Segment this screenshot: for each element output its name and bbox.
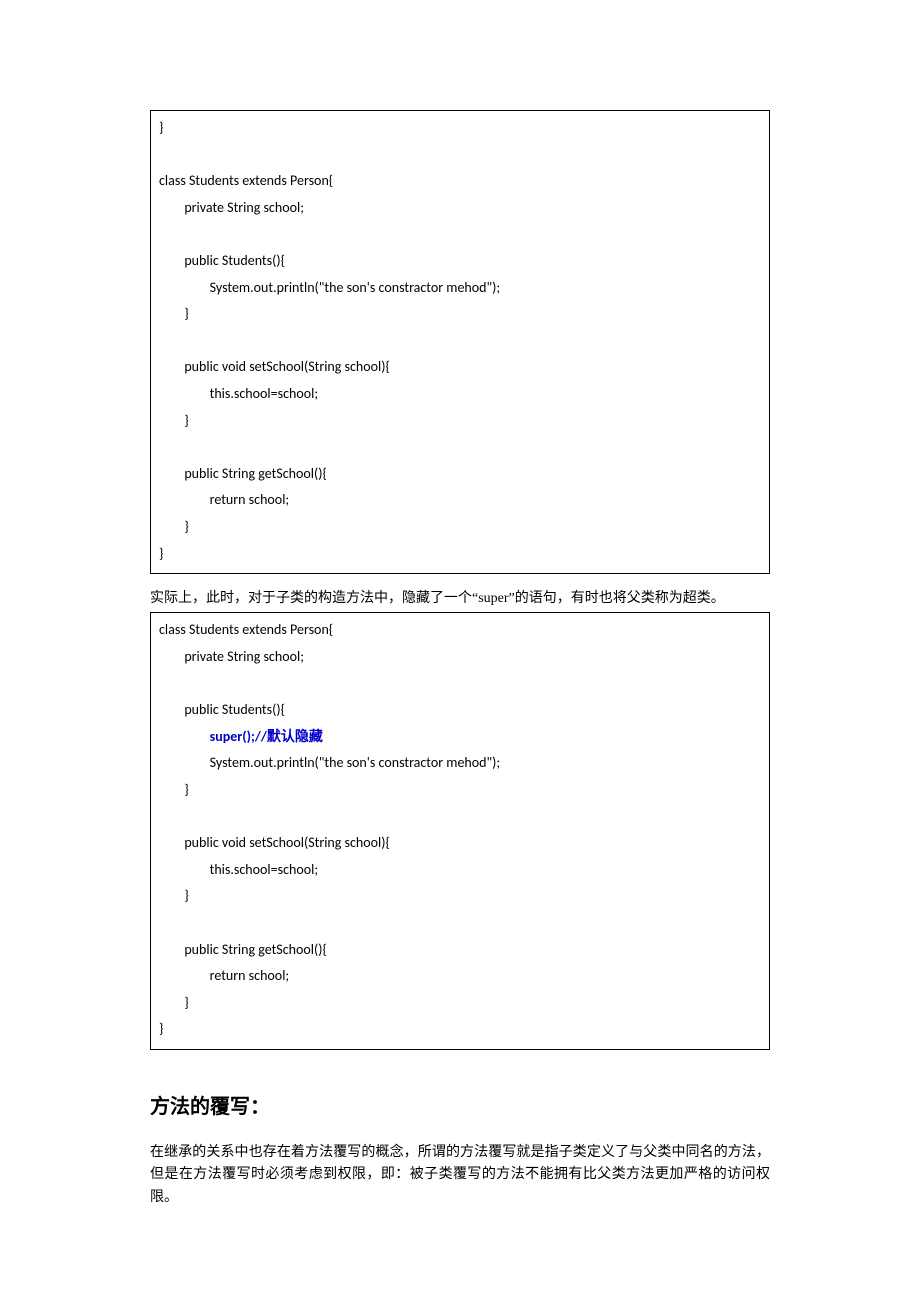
code-line: return school; [159, 491, 289, 508]
code-line: public void setSchool(String school){ [159, 834, 390, 851]
code-block-2: class Students extends Person{ private S… [150, 612, 770, 1050]
code-line: public Students(){ [159, 701, 285, 718]
code-line: this.school=school; [159, 385, 318, 402]
code-line: System.out.println("the son's constracto… [159, 279, 500, 296]
code-line: return school; [159, 967, 289, 984]
code-line: public String getSchool(){ [159, 465, 327, 482]
code-line: } [159, 305, 189, 322]
code-line: } [159, 545, 163, 562]
code-line: } [159, 1020, 163, 1037]
code-line [159, 728, 210, 745]
code-line: class Students extends Person{ [159, 172, 333, 189]
code-line: } [159, 781, 189, 798]
code-line: public Students(){ [159, 252, 285, 269]
code-block-1: } class Students extends Person{ private… [150, 110, 770, 574]
code-line: class Students extends Person{ [159, 621, 333, 638]
document-page: } class Students extends Person{ private… [0, 0, 920, 1311]
code-line: System.out.println("the son's constracto… [159, 754, 500, 771]
code-line: this.school=school; [159, 861, 318, 878]
code-line: private String school; [159, 199, 304, 216]
highlighted-super-call: super();//默认隐藏 [210, 728, 323, 745]
code-line: } [159, 994, 189, 1011]
paragraph-explanation-1: 实际上，此时，对于子类的构造方法中，隐藏了一个“super”的语句，有时也将父类… [150, 588, 770, 610]
code-line: } [159, 518, 189, 535]
code-line: } [159, 887, 189, 904]
section-heading: 方法的覆写： [150, 1090, 770, 1124]
code-line: } [159, 412, 189, 429]
paragraph-explanation-2: 在继承的关系中也存在着方法覆写的概念，所谓的方法覆写就是指子类定义了与父类中同名… [150, 1142, 770, 1209]
code-line: private String school; [159, 648, 304, 665]
code-line: public void setSchool(String school){ [159, 358, 390, 375]
code-line: public String getSchool(){ [159, 941, 327, 958]
code-line: } [159, 119, 163, 136]
